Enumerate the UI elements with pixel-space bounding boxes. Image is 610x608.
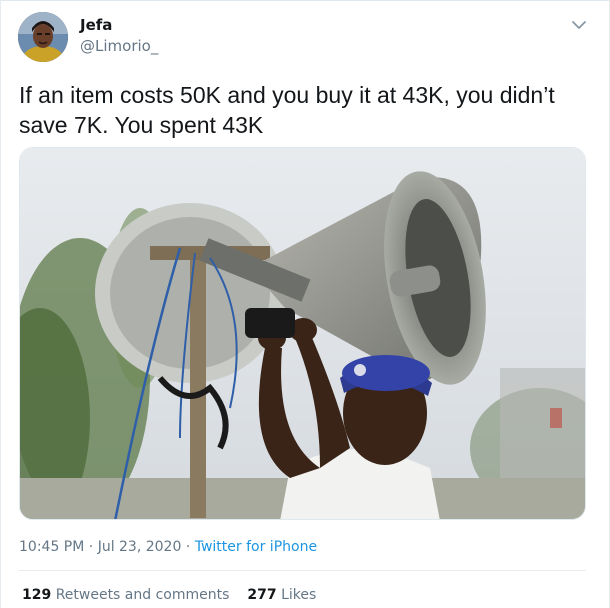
- photo-illustration: [20, 148, 585, 519]
- retweets-label: Retweets and comments: [55, 587, 230, 603]
- tweet-source-link[interactable]: Twitter for iPhone: [195, 539, 317, 555]
- tweet-timestamp[interactable]: 10:45 PM · Jul 23, 2020 · Twitter for iP…: [19, 537, 317, 557]
- top-border: [0, 0, 610, 1]
- likes-link[interactable]: 277 Likes: [247, 587, 316, 603]
- avatar[interactable]: [18, 12, 68, 62]
- retweets-link[interactable]: 129 Retweets and comments: [22, 587, 229, 603]
- user-handle[interactable]: @Limorio_: [80, 36, 158, 56]
- tweet-time[interactable]: 10:45 PM: [19, 539, 84, 555]
- avatar-image: [18, 12, 68, 62]
- meta-separator: ·: [181, 539, 195, 555]
- chevron-down-icon[interactable]: [570, 18, 588, 32]
- left-border: [0, 0, 1, 608]
- likes-count: 277: [247, 587, 277, 603]
- tweet-stats: 129 Retweets and comments 277 Likes: [22, 585, 316, 605]
- tweet-card: Jefa @Limorio_ If an item costs 50K and …: [0, 0, 610, 608]
- retweets-count: 129: [22, 587, 52, 603]
- likes-label: Likes: [281, 587, 317, 603]
- tweet-date[interactable]: Jul 23, 2020: [98, 539, 182, 555]
- meta-separator: ·: [84, 539, 98, 555]
- tweet-text: If an item costs 50K and you buy it at 4…: [19, 82, 555, 138]
- divider: [19, 570, 586, 571]
- display-name[interactable]: Jefa: [80, 15, 112, 35]
- tweet-photo[interactable]: [19, 147, 586, 520]
